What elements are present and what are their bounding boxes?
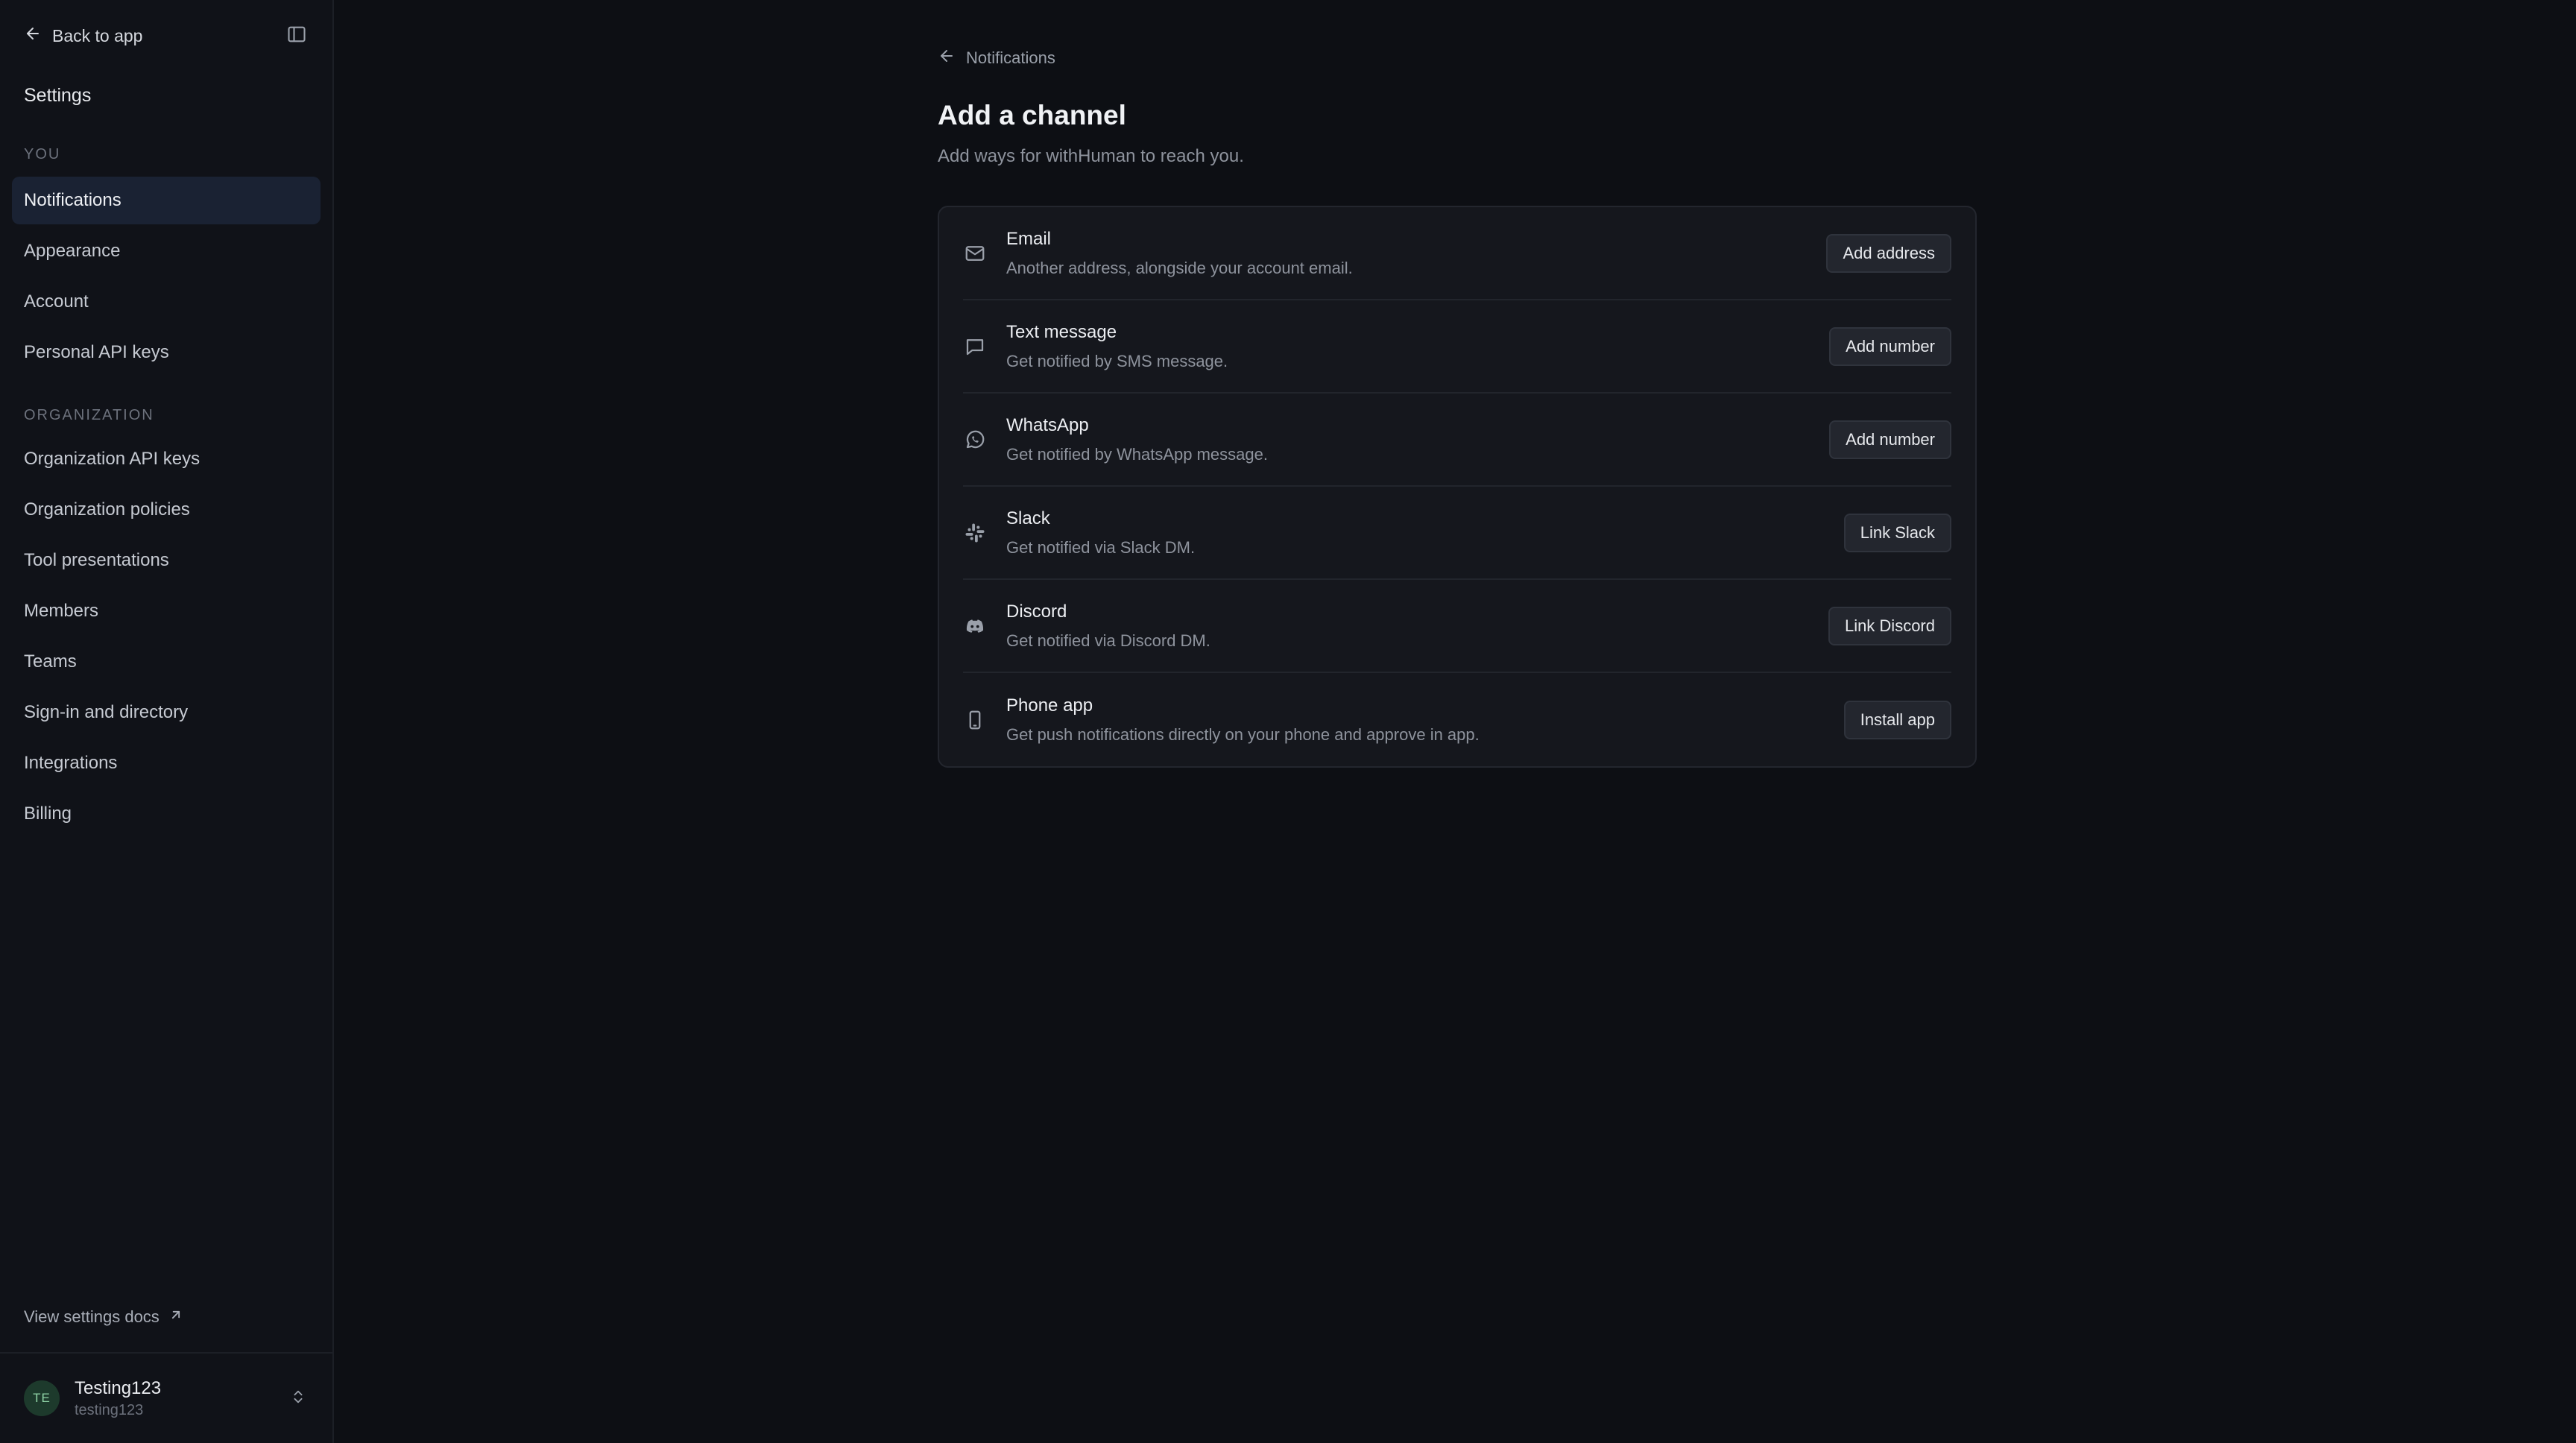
sidebar-item-label: Personal API keys [24,342,169,362]
channel-text: Email Another address, alongside your ac… [1006,229,1826,278]
app-root: Back to app Settings YOU Notifications A… [0,0,2576,1443]
mail-icon [963,241,987,265]
channel-description: Get push notifications directly on your … [1006,724,1480,744]
channel-name: Discord [1006,601,1067,622]
channel-row-whatsapp: WhatsApp Get notified by WhatsApp messag… [963,394,1951,487]
sidebar-item-label: Sign-in and directory [24,702,189,722]
user-menu-toggle[interactable] [288,1388,309,1409]
channel-name: Text message [1006,321,1117,342]
sidebar-header: Back to app [24,21,309,51]
slack-icon [963,521,987,545]
channel-description: Get notified via Slack DM. [1006,537,1196,557]
channel-name: WhatsApp [1006,414,1089,435]
sidebar-item-personal-api-keys[interactable]: Personal API keys [12,329,321,376]
page-title: Add a channel [938,100,1126,130]
back-to-app-label: Back to app [52,25,143,45]
sidebar-item-label: Appearance [24,241,121,261]
sidebar-item-label: Organization policies [24,499,190,520]
sidebar-item-appearance[interactable]: Appearance [12,227,321,275]
user-account-switcher[interactable]: TE Testing123 testing123 [0,1352,332,1443]
sidebar-item-teams[interactable]: Teams [12,638,321,686]
channel-row-phone-app: Phone app Get push notifications directl… [963,673,1951,766]
sidebar-item-label: Teams [24,651,77,672]
sidebar-item-organization-policies[interactable]: Organization policies [12,486,321,534]
add-address-button[interactable]: Add address [1826,233,1951,273]
page-subtitle: Add ways for withHuman to reach you. [938,146,1244,166]
user-handle: testing123 [75,1401,144,1418]
channel-row-email: Email Another address, alongside your ac… [963,207,1951,300]
whatsapp-icon [963,428,987,452]
channel-text: Text message Get notified by SMS message… [1006,322,1829,371]
channel-text: Phone app Get push notifications directl… [1006,695,1844,745]
sidebar-item-members[interactable]: Members [12,587,321,635]
section-label-you: YOU [24,146,61,162]
channel-name: Slack [1006,508,1050,528]
channel-description: Get notified via Discord DM. [1006,631,1210,650]
sidebar: Back to app Settings YOU Notifications A… [0,0,334,1443]
arrow-left-icon [938,47,956,69]
user-name: Testing123 [75,1377,162,1398]
chevrons-up-down-icon [290,1389,306,1409]
channel-text: WhatsApp Get notified by WhatsApp messag… [1006,415,1829,464]
channel-description: Another address, alongside your account … [1006,258,1353,277]
install-app-button[interactable]: Install app [1843,700,1951,739]
channel-description: Get notified by SMS message. [1006,351,1228,370]
add-number-button[interactable]: Add number [1829,420,1951,459]
section-label-organization: ORGANIZATION [24,407,154,423]
arrow-left-icon [24,25,42,47]
sidebar-item-organization-api-keys[interactable]: Organization API keys [12,435,321,483]
back-to-app-link[interactable]: Back to app [24,25,142,47]
channel-row-discord: Discord Get notified via Discord DM. Lin… [963,580,1951,673]
add-number-button[interactable]: Add number [1829,326,1951,366]
channel-row-text-message: Text message Get notified by SMS message… [963,300,1951,394]
sidebar-item-label: Integrations [24,753,118,773]
breadcrumb[interactable]: Notifications [938,46,1977,70]
user-info: Testing123 testing123 [75,1378,288,1419]
sidebar-item-label: Notifications [24,190,121,210]
channel-text: Discord Get notified via Discord DM. [1006,601,1828,651]
channel-list: Email Another address, alongside your ac… [938,206,1977,768]
sidebar-item-label: Organization API keys [24,449,201,469]
main-content: Notifications Add a channel Add ways for… [334,0,2576,1443]
discord-icon [963,614,987,638]
arrow-up-right-icon [168,1307,183,1327]
sidebar-item-label: Members [24,601,99,621]
sidebar-item-sign-in-and-directory[interactable]: Sign-in and directory [12,689,321,736]
settings-title: Settings [24,85,92,106]
view-settings-docs-link[interactable]: View settings docs [24,1307,183,1327]
sidebar-item-billing[interactable]: Billing [12,790,321,838]
phone-icon [963,708,987,732]
breadcrumb-label: Notifications [966,48,1055,67]
channel-name: Phone app [1006,695,1093,716]
link-discord-button[interactable]: Link Discord [1828,606,1951,645]
sidebar-item-account[interactable]: Account [12,278,321,326]
link-slack-button[interactable]: Link Slack [1843,513,1951,552]
channel-text: Slack Get notified via Slack DM. [1006,508,1844,558]
channel-name: Email [1006,228,1052,249]
sidebar-item-label: Billing [24,803,72,824]
sidebar-item-notifications[interactable]: Notifications [12,177,321,224]
sidebar-item-label: Tool presentations [24,550,169,570]
panel-left-icon [286,24,307,48]
sidebar-item-tool-presentations[interactable]: Tool presentations [12,537,321,584]
sidebar-item-integrations[interactable]: Integrations [12,739,321,787]
add-channel-page: Notifications Add a channel Add ways for… [938,46,1977,768]
docs-link-label: View settings docs [24,1307,160,1326]
channel-row-slack: Slack Get notified via Slack DM. Link Sl… [963,487,1951,580]
sidebar-item-label: Account [24,291,89,312]
avatar: TE [24,1380,60,1416]
message-icon [963,335,987,359]
sidebar-toggle-button[interactable] [285,24,309,48]
channel-description: Get notified by WhatsApp message. [1006,444,1268,464]
